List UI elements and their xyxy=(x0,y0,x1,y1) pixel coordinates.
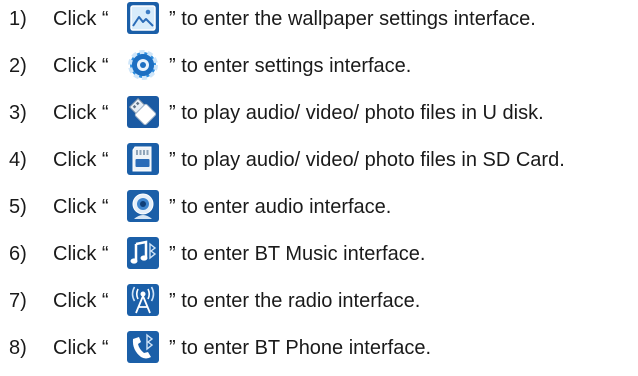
step-number: 8) xyxy=(9,337,27,359)
instruction-row-audio: 5) Click “ ” to enter audio interface. xyxy=(0,188,638,228)
step-number: 4) xyxy=(9,149,27,171)
audio-webcam-icon xyxy=(126,189,160,223)
instruction-text: ” to play audio/ video/ photo files in S… xyxy=(169,149,565,171)
settings-gear-icon xyxy=(126,48,160,82)
wallpaper-icon xyxy=(126,1,160,35)
step-number: 5) xyxy=(9,196,27,218)
instruction-row-sd-card: 4) Click “ ” to play audio/ video/ photo… xyxy=(0,141,638,181)
instruction-row-radio: 7) Click “ ” to enter the radio interfac… xyxy=(0,282,638,322)
step-number: 3) xyxy=(9,102,27,124)
instruction-text: ” to enter the radio interface. xyxy=(169,290,421,312)
instruction-row-bt-music: 6) Click “ ” to enter BT Music interface… xyxy=(0,235,638,275)
instruction-text: ” to enter the wallpaper settings interf… xyxy=(169,8,536,30)
instruction-text: ” to play audio/ video/ photo files in U… xyxy=(169,102,544,124)
usb-disk-icon xyxy=(126,95,160,129)
instruction-row-wallpaper: 1) Click “ ” to enter the wallpaper sett… xyxy=(0,0,638,40)
instruction-row-usb: 3) Click “ ” to play audio/ video/ photo… xyxy=(0,94,638,134)
click-label: Click “ xyxy=(53,149,109,171)
click-label: Click “ xyxy=(53,290,109,312)
instruction-text: ” to enter settings interface. xyxy=(169,55,412,77)
click-label: Click “ xyxy=(53,196,109,218)
instruction-row-settings: 2) Click “ ” to enter settings interface… xyxy=(0,47,638,87)
radio-antenna-icon xyxy=(126,283,160,317)
instruction-text: ” to enter audio interface. xyxy=(169,196,392,218)
instruction-text: ” to enter BT Music interface. xyxy=(169,243,426,265)
click-label: Click “ xyxy=(53,102,109,124)
bt-music-icon xyxy=(126,236,160,270)
sd-card-icon xyxy=(126,142,160,176)
step-number: 7) xyxy=(9,290,27,312)
click-label: Click “ xyxy=(53,55,109,77)
click-label: Click “ xyxy=(53,8,109,30)
step-number: 2) xyxy=(9,55,27,77)
bt-phone-icon xyxy=(126,330,160,364)
step-number: 1) xyxy=(9,8,27,30)
click-label: Click “ xyxy=(53,337,109,359)
instruction-row-bt-phone: 8) Click “ ” to enter BT Phone interface… xyxy=(0,329,638,369)
click-label: Click “ xyxy=(53,243,109,265)
step-number: 6) xyxy=(9,243,27,265)
instruction-text: ” to enter BT Phone interface. xyxy=(169,337,432,359)
